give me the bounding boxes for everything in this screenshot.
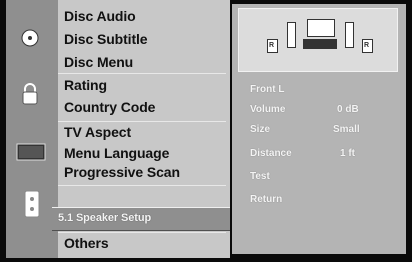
- speaker-label: R: [269, 42, 275, 49]
- speaker-label: R: [364, 42, 370, 49]
- tv-icon: [16, 142, 46, 162]
- field-label-front-l: Front L: [250, 84, 285, 95]
- menu-item-menu-language[interactable]: Menu Language: [64, 145, 169, 161]
- menu-divider: [58, 73, 226, 74]
- disc-icon: [20, 28, 40, 48]
- field-label-volume[interactable]: Volume: [250, 104, 285, 115]
- menu-divider: [58, 232, 226, 233]
- menu-item-progressive-scan[interactable]: Progressive Scan: [64, 164, 180, 180]
- field-label-test[interactable]: Test: [250, 171, 270, 182]
- menu-item-disc-subtitle[interactable]: Disc Subtitle: [64, 31, 148, 47]
- menu-item-5-1-speaker-setup[interactable]: 5.1 Speaker Setup: [52, 207, 230, 231]
- menu-divider: [58, 185, 226, 186]
- rear-left-speaker: R: [267, 39, 278, 53]
- rear-right-speaker: R: [362, 39, 373, 53]
- menu-item-disc-audio[interactable]: Disc Audio: [64, 8, 136, 24]
- lock-icon: [20, 82, 40, 106]
- menu-item-rating[interactable]: Rating: [64, 77, 107, 93]
- field-label-size[interactable]: Size: [250, 124, 270, 135]
- dvd-setup-screen: Disc Audio Disc Subtitle Disc Menu Ratin…: [0, 0, 412, 262]
- speaker-layout-diagram: R R: [238, 8, 398, 72]
- menu-divider: [58, 121, 226, 122]
- front-right-speaker: [345, 22, 354, 48]
- menu-item-label: 5.1 Speaker Setup: [58, 212, 152, 224]
- menu-item-tv-aspect[interactable]: TV Aspect: [64, 124, 131, 140]
- front-left-speaker: [287, 22, 296, 48]
- center-display: [307, 19, 335, 37]
- field-value-volume: 0 dB: [337, 104, 359, 115]
- menu-item-disc-menu[interactable]: Disc Menu: [64, 54, 133, 70]
- menu-item-others[interactable]: Others: [64, 235, 109, 251]
- field-label-distance[interactable]: Distance: [250, 148, 292, 159]
- speaker-setup-panel: R R Front L Volume 0 dB Size Small Dista…: [232, 4, 406, 254]
- field-value-size: Small: [333, 124, 360, 135]
- center-speaker: [303, 39, 337, 49]
- field-value-distance: 1 ft: [340, 148, 355, 159]
- speaker-icon: [24, 190, 40, 218]
- field-label-return[interactable]: Return: [250, 194, 282, 205]
- menu-item-country-code[interactable]: Country Code: [64, 99, 155, 115]
